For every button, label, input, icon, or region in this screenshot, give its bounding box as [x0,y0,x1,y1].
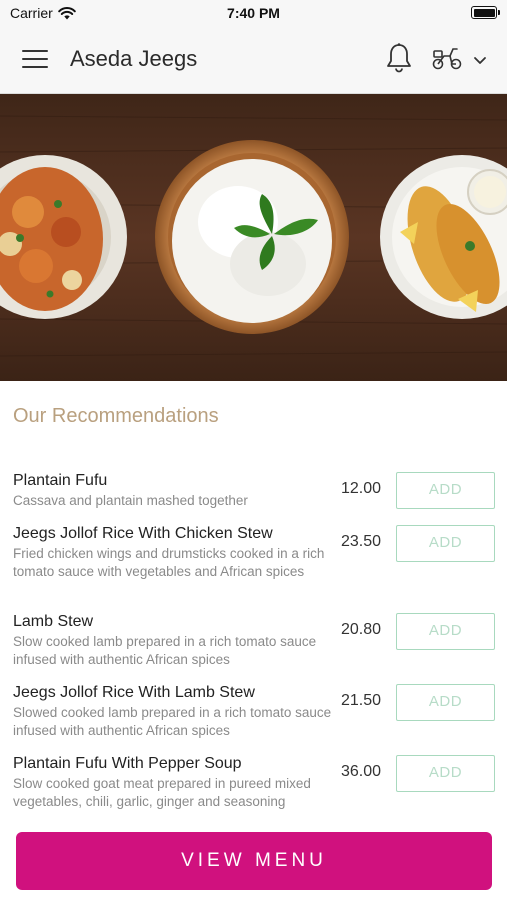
item-description: Slow cooked lamb prepared in a rich toma… [13,634,317,667]
battery-icon [471,6,500,19]
page-title: Aseda Jeegs [70,46,198,71]
item-description: Slowed cooked lamb prepared in a rich to… [13,705,332,738]
status-bar: Carrier 7:40 PM [0,0,507,26]
clock: 7:40 PM [227,5,280,21]
item-name: Lamb Stew [13,613,94,630]
add-button[interactable]: ADD [396,755,495,792]
item-price: 20.80 [341,621,382,638]
item-name: Jeegs Jollof Rice With Chicken Stew [13,525,273,542]
item-price: 12.00 [341,480,382,497]
section-heading: Our Recommendations [13,405,219,427]
item-name: Plantain Fufu With Pepper Soup [13,755,242,772]
chevron-down-icon[interactable] [470,50,490,70]
rice-bowl [155,140,349,334]
add-button[interactable]: ADD [396,613,495,650]
item-description: Fried chicken wings and drumsticks cooke… [13,546,325,579]
add-button[interactable]: ADD [396,472,495,509]
item-description: Cassava and plantain mashed together [13,493,248,508]
item-price: 23.50 [341,533,382,550]
item-price: 36.00 [341,763,382,780]
hero-image [0,94,507,381]
item-price: 21.50 [341,692,382,709]
app-header: Aseda Jeegs [0,26,507,94]
add-button[interactable]: ADD [396,684,495,721]
menu-icon[interactable] [22,50,48,70]
bell-icon[interactable] [384,42,414,74]
view-menu-button[interactable]: VIEW MENU [16,832,492,890]
moped-icon[interactable] [430,44,464,72]
item-description: Slow cooked goat meat prepared in pureed… [13,776,311,809]
add-button[interactable]: ADD [396,525,495,562]
item-name: Jeegs Jollof Rice With Lamb Stew [13,684,255,701]
item-name: Plantain Fufu [13,472,108,489]
